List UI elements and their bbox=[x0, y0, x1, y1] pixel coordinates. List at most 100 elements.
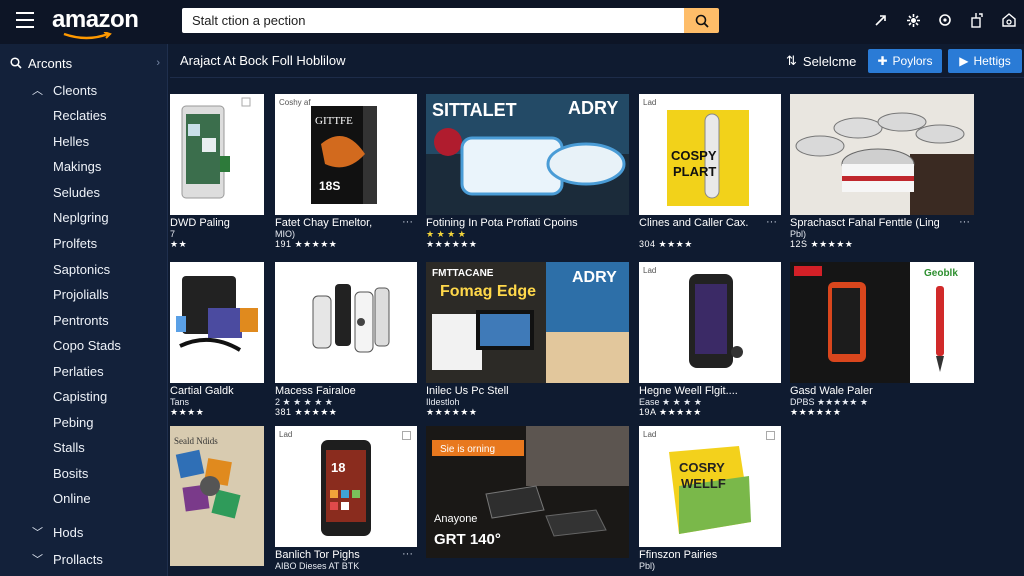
product-title[interactable]: DWD Paling bbox=[170, 217, 264, 229]
svg-text:Anayone: Anayone bbox=[434, 513, 477, 525]
product-image[interactable] bbox=[790, 94, 974, 215]
product-rating: ★★★★★★ bbox=[790, 407, 842, 417]
settings-icon[interactable] bbox=[904, 10, 922, 30]
search-input[interactable] bbox=[182, 8, 684, 33]
top-icons bbox=[872, 10, 1018, 30]
checkbox[interactable] bbox=[766, 431, 775, 440]
product-rating: 304 ★★★★ bbox=[639, 239, 693, 249]
select-label: Selelcme bbox=[802, 53, 857, 69]
sidebar-item[interactable]: Stalls bbox=[53, 440, 85, 455]
sidebar-item[interactable]: Helles bbox=[53, 134, 89, 149]
product-image[interactable]: Seald Ndids bbox=[170, 426, 264, 566]
product-image[interactable] bbox=[275, 262, 417, 383]
svg-text:Sie is orning: Sie is orning bbox=[440, 444, 495, 455]
product-title[interactable]: Cartial Galdk bbox=[170, 385, 264, 397]
product-subtitle: 7 bbox=[170, 229, 176, 239]
sidebar-item[interactable]: Neplgring bbox=[53, 210, 109, 225]
settings-button[interactable]: ▶ Hettigs bbox=[948, 49, 1022, 73]
product-image[interactable]: Lad 18 bbox=[275, 426, 417, 547]
product-title[interactable]: Fatet Chay Emeltor, bbox=[275, 217, 399, 229]
product-title[interactable]: Inilec Us Pc Stell bbox=[426, 385, 606, 397]
product-rating: ★★ bbox=[170, 239, 188, 249]
product-image[interactable]: FMTTACANE Fomag Edge ADRY bbox=[426, 262, 629, 383]
svg-text:Fomag Edge: Fomag Edge bbox=[440, 283, 536, 300]
plus-icon: ✚ bbox=[877, 54, 888, 68]
product-rating: 381 ★★★★★ bbox=[275, 407, 338, 417]
account-icon[interactable] bbox=[968, 10, 986, 30]
more-options-icon[interactable]: ··· bbox=[766, 216, 777, 228]
product-image[interactable]: SITTALET ADRY bbox=[426, 94, 629, 215]
cart-icon[interactable] bbox=[1000, 10, 1018, 30]
search-button[interactable] bbox=[684, 8, 719, 33]
svg-text:COSPY: COSPY bbox=[671, 148, 717, 163]
svg-text:Seald Ndids: Seald Ndids bbox=[174, 436, 218, 446]
product-title[interactable]: Macess Fairaloe bbox=[275, 385, 399, 397]
sidebar: Arconts › ︿ Cleonts Reclaties Helles Mak… bbox=[0, 44, 168, 576]
product-image[interactable]: Lad COSPY PLART bbox=[639, 94, 781, 215]
product-image[interactable]: Sie is orning Anayone GRT 140° bbox=[426, 426, 629, 558]
product-image[interactable] bbox=[170, 94, 264, 215]
svg-text:18: 18 bbox=[331, 460, 345, 475]
sidebar-accounts[interactable]: Arconts › bbox=[10, 54, 160, 72]
product-title[interactable]: Clines and Caller Cax. bbox=[639, 217, 763, 229]
sidebar-group-products[interactable]: ﹀ Prollacts bbox=[32, 551, 103, 567]
more-options-icon[interactable]: ··· bbox=[959, 216, 970, 228]
sidebar-item[interactable]: Perlaties bbox=[53, 364, 104, 379]
product-rating: 19A ★★★★★ bbox=[639, 407, 702, 417]
product-image[interactable] bbox=[170, 262, 264, 383]
gear-icon[interactable] bbox=[936, 10, 954, 30]
sidebar-group-clients[interactable]: ︿ Cleonts bbox=[32, 82, 97, 98]
content-toolbar: Arajact At Bock Foll Hoblilow ⇅ Selelcme… bbox=[170, 44, 1024, 78]
sidebar-item[interactable]: Pentronts bbox=[53, 313, 109, 328]
svg-text:SITTALET: SITTALET bbox=[432, 100, 517, 120]
select-dropdown[interactable]: ⇅ Selelcme bbox=[786, 53, 856, 69]
product-title[interactable]: Gasd Wale Paler bbox=[790, 385, 960, 397]
sidebar-item[interactable]: Projolialls bbox=[53, 287, 109, 302]
product-subtitle: Pbl) bbox=[639, 561, 656, 571]
product-tag: Lad bbox=[643, 266, 657, 275]
sidebar-item[interactable]: Prolfets bbox=[53, 236, 97, 251]
sidebar-item[interactable]: Makings bbox=[53, 159, 101, 174]
sidebar-item-label: Cleonts bbox=[53, 82, 98, 98]
sidebar-item[interactable]: Saptonics bbox=[53, 262, 110, 277]
sidebar-item[interactable]: Online bbox=[53, 491, 91, 506]
svg-text:18S: 18S bbox=[319, 179, 340, 193]
svg-text:Geoblk: Geoblk bbox=[924, 268, 958, 279]
product-subtitle: Tans bbox=[170, 397, 190, 407]
checkbox[interactable] bbox=[402, 431, 411, 440]
more-options-icon[interactable]: ··· bbox=[402, 216, 413, 228]
product-rating: ★★★★★★ bbox=[426, 407, 478, 417]
sidebar-item[interactable]: Capisting bbox=[53, 389, 107, 404]
product-image[interactable]: Lad bbox=[639, 262, 781, 383]
menu-icon[interactable] bbox=[16, 12, 34, 28]
product-image[interactable]: Lad COSRY WELLF bbox=[639, 426, 781, 547]
product-subtitle: Ildestloh bbox=[426, 397, 460, 407]
sidebar-item[interactable]: Bosits bbox=[53, 466, 88, 481]
sidebar-group-hods[interactable]: ﹀ Hods bbox=[32, 524, 83, 540]
search-icon bbox=[695, 14, 709, 28]
sidebar-item[interactable]: Seludes bbox=[53, 185, 100, 200]
product-image[interactable]: Geoblk bbox=[790, 262, 974, 383]
amazon-logo[interactable]: amazon bbox=[52, 6, 139, 34]
sidebar-item[interactable]: Reclaties bbox=[53, 108, 106, 123]
breadcrumb: Arajact At Bock Foll Hoblilow bbox=[180, 53, 346, 68]
product-title[interactable]: Hegne Weell Flgit.... bbox=[639, 385, 763, 397]
sidebar-head-label: Arconts bbox=[28, 55, 73, 71]
add-button[interactable]: ✚ Poylors bbox=[868, 49, 942, 73]
chevron-down-icon: ﹀ bbox=[32, 554, 43, 566]
svg-text:PLART: PLART bbox=[673, 164, 716, 179]
arrow-icon[interactable] bbox=[872, 10, 890, 30]
sidebar-item[interactable]: Pebing bbox=[53, 415, 93, 430]
svg-text:COSRY: COSRY bbox=[679, 460, 725, 475]
sidebar-item[interactable]: Copo Stads bbox=[53, 338, 121, 353]
product-title[interactable]: Sprachasct Fahal Fenttle (Ling bbox=[790, 217, 960, 229]
product-title[interactable]: Banlich Tor Pighs bbox=[275, 549, 399, 561]
sidebar-group-label: Hods bbox=[53, 524, 84, 540]
product-title[interactable]: Fotining In Pota Profiati Cpoins bbox=[426, 217, 606, 229]
product-image[interactable]: Coshy af GITTFE 18S bbox=[275, 94, 417, 215]
product-title[interactable]: Ffinszon Pairies bbox=[639, 549, 763, 561]
svg-text:FMTTACANE: FMTTACANE bbox=[432, 268, 494, 279]
product-subtitle: MIO) bbox=[275, 229, 295, 239]
more-options-icon[interactable]: ··· bbox=[402, 548, 413, 560]
product-rating: 191 ★★★★★ bbox=[275, 239, 338, 249]
